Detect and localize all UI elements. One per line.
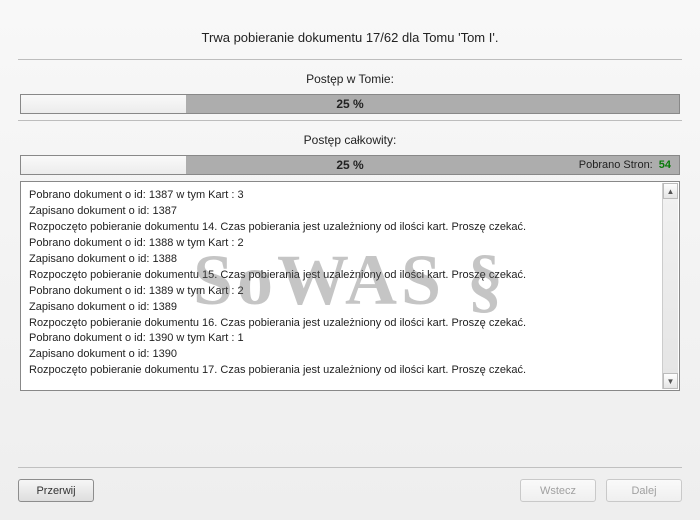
volume-progress-text: 25 % (21, 95, 679, 113)
log-textarea[interactable]: Pobrano dokument o id: 1387 w tym Kart :… (20, 181, 680, 391)
pages-downloaded-label: Pobrano Stron: (579, 159, 653, 171)
log-scrollbar[interactable]: ▲ ▼ (662, 183, 678, 389)
separator (18, 59, 682, 60)
separator (18, 467, 682, 468)
total-progress-bar: 25 % Pobrano Stron: 54 (20, 155, 680, 175)
log-line: Pobrano dokument o id: 1390 w tym Kart :… (29, 331, 671, 347)
volume-progress-bar: 25 % (20, 94, 680, 114)
scroll-down-icon[interactable]: ▼ (663, 373, 678, 389)
cancel-button[interactable]: Przerwij (18, 479, 94, 502)
log-line: Zapisano dokument o id: 1390 (29, 347, 671, 363)
log-line: Rozpoczęto pobieranie dokumentu 14. Czas… (29, 220, 671, 236)
log-line: Rozpoczęto pobieranie dokumentu 17. Czas… (29, 363, 671, 379)
next-button: Dalej (606, 479, 682, 502)
volume-progress-label: Postęp w Tomie: (18, 66, 682, 94)
log-line: Pobrano dokument o id: 1387 w tym Kart :… (29, 188, 671, 204)
page-title: Trwa pobieranie dokumentu 17/62 dla Tomu… (18, 12, 682, 55)
log-line: Pobrano dokument o id: 1389 w tym Kart :… (29, 284, 671, 300)
separator (18, 120, 682, 121)
pages-downloaded: Pobrano Stron: 54 (579, 156, 671, 174)
footer-buttons: Przerwij Wstecz Dalej (18, 479, 682, 502)
log-line: Rozpoczęto pobieranie dokumentu 16. Czas… (29, 316, 671, 332)
scroll-up-icon[interactable]: ▲ (663, 183, 678, 199)
log-line: Rozpoczęto pobieranie dokumentu 15. Czas… (29, 268, 671, 284)
total-progress-label: Postęp całkowity: (18, 127, 682, 155)
back-button: Wstecz (520, 479, 596, 502)
log-line: Zapisano dokument o id: 1388 (29, 252, 671, 268)
log-line: Zapisano dokument o id: 1387 (29, 204, 671, 220)
log-line: Pobrano dokument o id: 1388 w tym Kart :… (29, 236, 671, 252)
log-line: Zapisano dokument o id: 1389 (29, 300, 671, 316)
pages-downloaded-count: 54 (659, 159, 671, 171)
